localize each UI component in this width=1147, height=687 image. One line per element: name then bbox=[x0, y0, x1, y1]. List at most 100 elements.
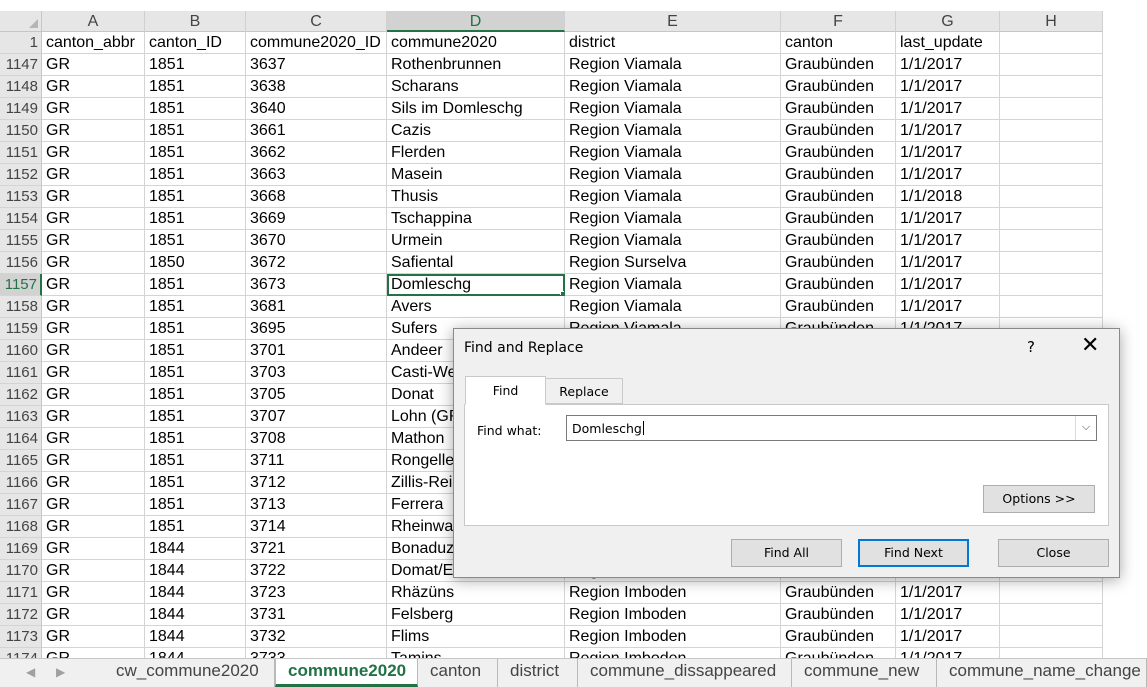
grid-cell[interactable]: 1851 bbox=[145, 186, 246, 208]
grid-cell[interactable]: GR bbox=[42, 98, 145, 120]
row-header[interactable]: 1157 bbox=[0, 274, 42, 296]
grid-cell[interactable]: 3662 bbox=[246, 142, 387, 164]
row-header[interactable]: 1171 bbox=[0, 582, 42, 604]
row-header[interactable]: 1168 bbox=[0, 516, 42, 538]
grid-cell[interactable]: Graubünden bbox=[781, 582, 896, 604]
grid-cell[interactable]: 3722 bbox=[246, 560, 387, 582]
grid-cell[interactable]: 3712 bbox=[246, 472, 387, 494]
row-header[interactable]: 1149 bbox=[0, 98, 42, 120]
grid-cell[interactable]: 1844 bbox=[145, 582, 246, 604]
grid-cell[interactable]: 1851 bbox=[145, 494, 246, 516]
grid-cell[interactable] bbox=[1000, 142, 1103, 164]
row-header[interactable]: 1170 bbox=[0, 560, 42, 582]
sheet-tab-commune-name-change[interactable]: commune_name_change bbox=[937, 659, 1147, 687]
help-icon[interactable]: ? bbox=[1027, 338, 1035, 356]
grid-cell[interactable]: Region Viamala bbox=[565, 120, 781, 142]
grid-cell[interactable] bbox=[1000, 164, 1103, 186]
grid-cell[interactable]: 1/1/2017 bbox=[896, 230, 1000, 252]
column-header-a[interactable]: A bbox=[42, 11, 145, 32]
grid-cell[interactable]: Scharans bbox=[387, 76, 565, 98]
grid-cell[interactable]: 1/1/2017 bbox=[896, 98, 1000, 120]
row-header[interactable]: 1153 bbox=[0, 186, 42, 208]
grid-cell[interactable]: Thusis bbox=[387, 186, 565, 208]
grid-cell[interactable]: GR bbox=[42, 120, 145, 142]
grid-cell[interactable]: 1851 bbox=[145, 296, 246, 318]
options-button[interactable]: Options >> bbox=[983, 485, 1095, 513]
grid-cell[interactable]: 1/1/2017 bbox=[896, 76, 1000, 98]
sheet-tab-cw-commune2020[interactable]: cw_commune2020 bbox=[104, 659, 275, 687]
grid-cell[interactable]: Region Viamala bbox=[565, 186, 781, 208]
grid-cell[interactable]: 3695 bbox=[246, 318, 387, 340]
row-header[interactable]: 1164 bbox=[0, 428, 42, 450]
grid-cell[interactable]: GR bbox=[42, 428, 145, 450]
grid-cell[interactable]: GR bbox=[42, 450, 145, 472]
row-header[interactable]: 1173 bbox=[0, 626, 42, 648]
grid-cell[interactable]: Safiental bbox=[387, 252, 565, 274]
grid-cell[interactable]: 1851 bbox=[145, 516, 246, 538]
grid-cell[interactable]: 1851 bbox=[145, 362, 246, 384]
grid-cell[interactable]: 1844 bbox=[145, 626, 246, 648]
sheet-tab-canton[interactable]: canton bbox=[418, 659, 498, 687]
grid-cell[interactable]: GR bbox=[42, 384, 145, 406]
column-header-h[interactable]: H bbox=[1000, 11, 1103, 32]
grid-cell[interactable]: Region Viamala bbox=[565, 164, 781, 186]
grid-cell[interactable]: Region Imboden bbox=[565, 626, 781, 648]
column-header-f[interactable]: F bbox=[781, 11, 896, 32]
grid-cell[interactable]: 3732 bbox=[246, 626, 387, 648]
grid-cell[interactable]: Graubünden bbox=[781, 604, 896, 626]
row-header[interactable]: 1167 bbox=[0, 494, 42, 516]
grid-cell[interactable]: 3708 bbox=[246, 428, 387, 450]
grid-cell[interactable]: 1851 bbox=[145, 98, 246, 120]
grid-cell[interactable] bbox=[1000, 120, 1103, 142]
grid-cell[interactable]: Graubünden bbox=[781, 296, 896, 318]
grid-cell[interactable]: GR bbox=[42, 142, 145, 164]
grid-cell[interactable]: GR bbox=[42, 230, 145, 252]
grid-cell[interactable]: 1851 bbox=[145, 406, 246, 428]
grid-cell[interactable]: 3701 bbox=[246, 340, 387, 362]
grid-cell[interactable]: 3673 bbox=[246, 274, 387, 296]
grid-cell[interactable]: Region Viamala bbox=[565, 142, 781, 164]
grid-cell[interactable]: 1851 bbox=[145, 76, 246, 98]
grid-cell[interactable]: GR bbox=[42, 582, 145, 604]
grid-cell[interactable]: 1844 bbox=[145, 538, 246, 560]
grid-cell[interactable]: Region Viamala bbox=[565, 54, 781, 76]
grid-cell[interactable]: Graubünden bbox=[781, 186, 896, 208]
grid-cell[interactable]: Graubünden bbox=[781, 76, 896, 98]
grid-cell[interactable]: 1851 bbox=[145, 208, 246, 230]
tab-find[interactable]: Find bbox=[465, 376, 546, 405]
grid-cell[interactable]: Graubünden bbox=[781, 626, 896, 648]
grid-cell[interactable]: GR bbox=[42, 472, 145, 494]
grid-cell[interactable]: Masein bbox=[387, 164, 565, 186]
grid-cell[interactable]: Graubünden bbox=[781, 252, 896, 274]
grid-cell[interactable]: GR bbox=[42, 494, 145, 516]
column-title-cell[interactable]: canton_ID bbox=[145, 32, 246, 54]
grid-cell[interactable]: Flerden bbox=[387, 142, 565, 164]
grid-cell[interactable]: 3713 bbox=[246, 494, 387, 516]
grid-cell[interactable]: 3637 bbox=[246, 54, 387, 76]
column-title-cell[interactable]: last_update bbox=[896, 32, 1000, 54]
grid-cell[interactable]: Graubünden bbox=[781, 274, 896, 296]
close-button[interactable]: Close bbox=[998, 539, 1109, 567]
grid-cell[interactable]: 3670 bbox=[246, 230, 387, 252]
grid-cell[interactable] bbox=[1000, 208, 1103, 230]
grid-cell[interactable]: 3707 bbox=[246, 406, 387, 428]
grid-cell[interactable]: 3663 bbox=[246, 164, 387, 186]
grid-cell[interactable]: 1851 bbox=[145, 450, 246, 472]
find-what-input[interactable]: Domleschg ⌵ bbox=[566, 415, 1097, 441]
grid-cell[interactable]: GR bbox=[42, 538, 145, 560]
row-header[interactable]: 1150 bbox=[0, 120, 42, 142]
grid-cell[interactable]: Felsberg bbox=[387, 604, 565, 626]
grid-cell[interactable]: GR bbox=[42, 54, 145, 76]
grid-cell[interactable]: 1/1/2017 bbox=[896, 208, 1000, 230]
grid-cell[interactable]: 1851 bbox=[145, 274, 246, 296]
row-header[interactable]: 1162 bbox=[0, 384, 42, 406]
column-title-cell[interactable]: canton bbox=[781, 32, 896, 54]
grid-cell[interactable]: Cazis bbox=[387, 120, 565, 142]
row-header[interactable]: 1155 bbox=[0, 230, 42, 252]
row-header[interactable]: 1 bbox=[0, 32, 42, 54]
grid-cell[interactable]: GR bbox=[42, 362, 145, 384]
row-header[interactable]: 1147 bbox=[0, 54, 42, 76]
row-header[interactable]: 1163 bbox=[0, 406, 42, 428]
close-icon[interactable]: ✕ bbox=[1081, 335, 1099, 357]
grid-cell[interactable]: 1/1/2017 bbox=[896, 164, 1000, 186]
